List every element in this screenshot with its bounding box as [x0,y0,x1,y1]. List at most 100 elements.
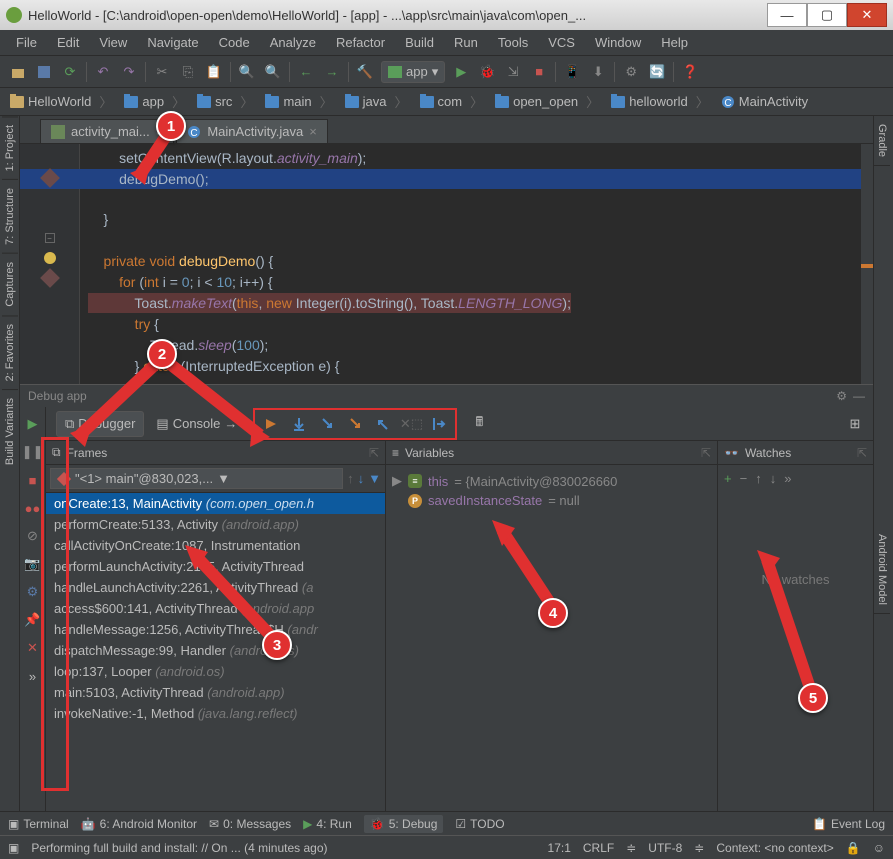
tab-gradle[interactable]: Gradle [874,116,890,166]
tab-activity-main[interactable]: activity_mai... × [40,119,174,143]
tab-todo[interactable]: ☑TODO [455,817,504,831]
menu-help[interactable]: Help [653,33,696,52]
minimize-button[interactable]: — [767,3,807,27]
menu-view[interactable]: View [91,33,135,52]
stop-icon[interactable]: ■ [529,62,549,82]
filter-icon[interactable]: ▼ [368,471,381,486]
frame-row[interactable]: onCreate:13, MainActivity (com.open_open… [46,493,385,514]
more-icon[interactable]: » [24,667,42,685]
run-icon[interactable]: ▶ [451,62,471,82]
menu-tools[interactable]: Tools [490,33,536,52]
attach-icon[interactable]: ⇲ [503,62,523,82]
menu-run[interactable]: Run [446,33,486,52]
add-watch-icon[interactable]: + [724,471,732,486]
sync-gradle-icon[interactable]: 🔄 [647,62,667,82]
structure-icon[interactable]: ⚙ [621,62,641,82]
dump-icon[interactable]: 📷 [24,555,42,573]
crumb-com[interactable]: com〉 [414,90,490,113]
make-icon[interactable]: 🔨 [355,62,375,82]
caret-position[interactable]: 17:1 [548,841,571,855]
menu-vcs[interactable]: VCS [540,33,583,52]
rerun-icon[interactable]: ▶ [24,415,42,433]
replace-icon[interactable]: 🔍 [263,62,283,82]
tab-debug[interactable]: 🐞5: Debug [364,815,444,833]
run-to-cursor-icon[interactable] [425,412,453,436]
cut-icon[interactable]: ✂ [152,62,172,82]
sdk-icon[interactable]: ⬇ [588,62,608,82]
drop-frame-icon[interactable]: ✕⬚ [397,412,425,436]
lock-icon[interactable]: 🔒 [846,841,861,855]
pin-icon[interactable]: 📌 [24,611,42,629]
frame-row[interactable]: performLaunchActivity:2175, ActivityThre… [46,556,385,577]
run-config-selector[interactable]: app ▾ [381,61,445,83]
up-icon[interactable]: ↑ [755,471,762,486]
context[interactable]: Context: <no context> [716,841,833,855]
frame-row[interactable]: handleMessage:1256, ActivityThread$H (an… [46,619,385,640]
frame-list[interactable]: onCreate:13, MainActivity (com.open_open… [46,493,385,811]
tab-close-icon[interactable]: × [309,124,317,139]
show-exec-point-icon[interactable] [257,412,285,436]
forward-icon[interactable]: → [322,62,342,82]
frame-row[interactable]: callActivityOnCreate:1087, Instrumentati… [46,535,385,556]
tab-mainactivity[interactable]: C MainActivity.java × [176,119,327,143]
mute-bp-icon[interactable]: ⊘ [24,527,42,545]
menu-code[interactable]: Code [211,33,258,52]
layout-icon[interactable]: ⊞ [841,412,869,436]
more-icon[interactable]: » [784,471,791,486]
tab-structure[interactable]: 7: Structure [2,179,18,253]
tab-android-monitor[interactable]: 🤖6: Android Monitor [81,817,197,831]
menu-analyze[interactable]: Analyze [262,33,324,52]
tab-captures[interactable]: Captures [2,253,18,315]
settings-icon[interactable]: ⚙ [24,583,42,601]
frame-row[interactable]: access$600:141, ActivityThread (android.… [46,598,385,619]
open-icon[interactable] [8,62,28,82]
tab-android-model[interactable]: Android Model [874,526,890,614]
tab-messages[interactable]: ✉0: Messages [209,817,291,831]
tab-eventlog[interactable]: 📋Event Log [812,817,885,831]
stop-icon[interactable]: ■ [24,471,42,489]
next-frame-icon[interactable]: ↓ [358,471,365,486]
error-stripe[interactable] [861,144,873,384]
frame-row[interactable]: performCreate:5133, Activity (android.ap… [46,514,385,535]
sync-icon[interactable]: ⟳ [60,62,80,82]
variable-row[interactable]: ▶ ≡ this = {MainActivity@830026660 [392,471,711,491]
variable-row[interactable]: P savedInstanceState = null [392,491,711,510]
tab-run[interactable]: ▶4: Run [303,817,352,831]
step-out-icon[interactable] [369,412,397,436]
menu-refactor[interactable]: Refactor [328,33,393,52]
copy-icon[interactable]: ⎘ [178,62,198,82]
hector-icon[interactable]: ☺ [873,841,885,855]
tab-terminal[interactable]: ▣Terminal [8,817,69,831]
evaluate-icon[interactable]: 🖩 [465,412,493,436]
menu-edit[interactable]: Edit [49,33,87,52]
maximize-button[interactable]: ▢ [807,3,847,27]
thread-selector[interactable]: "<1> main"@830,023,... ▼ [50,468,343,489]
frame-row[interactable]: dispatchMessage:99, Handler (android.os) [46,640,385,661]
undo-icon[interactable]: ↶ [93,62,113,82]
remove-watch-icon[interactable]: − [740,471,748,486]
step-over-icon[interactable] [285,412,313,436]
avd-icon[interactable]: 📱 [562,62,582,82]
crumb-hello[interactable]: helloworld〉 [605,90,715,113]
find-icon[interactable]: 🔍 [237,62,257,82]
paste-icon[interactable]: 📋 [204,62,224,82]
tab-variants[interactable]: Build Variants [2,389,18,473]
crumb-src[interactable]: src〉 [191,90,259,113]
tab-favorites[interactable]: 2: Favorites [2,315,18,389]
breakpoints-icon[interactable]: ●● [24,499,42,517]
save-icon[interactable] [34,62,54,82]
help-icon[interactable]: ❓ [680,62,700,82]
variable-list[interactable]: ▶ ≡ this = {MainActivity@830026660 P sav… [386,465,717,516]
crumb-app[interactable]: app〉 [118,90,191,113]
encoding[interactable]: UTF-8 [648,841,682,855]
back-icon[interactable]: ← [296,62,316,82]
tab-console[interactable]: ▤ Console → [148,412,245,436]
fold-icon[interactable]: − [45,233,55,243]
tab-debugger[interactable]: ⧉ Debugger [56,411,144,437]
menu-build[interactable]: Build [397,33,442,52]
crumb-project[interactable]: HelloWorld〉 [4,90,118,113]
prev-frame-icon[interactable]: ↑ [347,471,354,486]
redo-icon[interactable]: ↷ [119,62,139,82]
minimize-icon[interactable]: — [853,389,865,403]
down-icon[interactable]: ↓ [770,471,777,486]
